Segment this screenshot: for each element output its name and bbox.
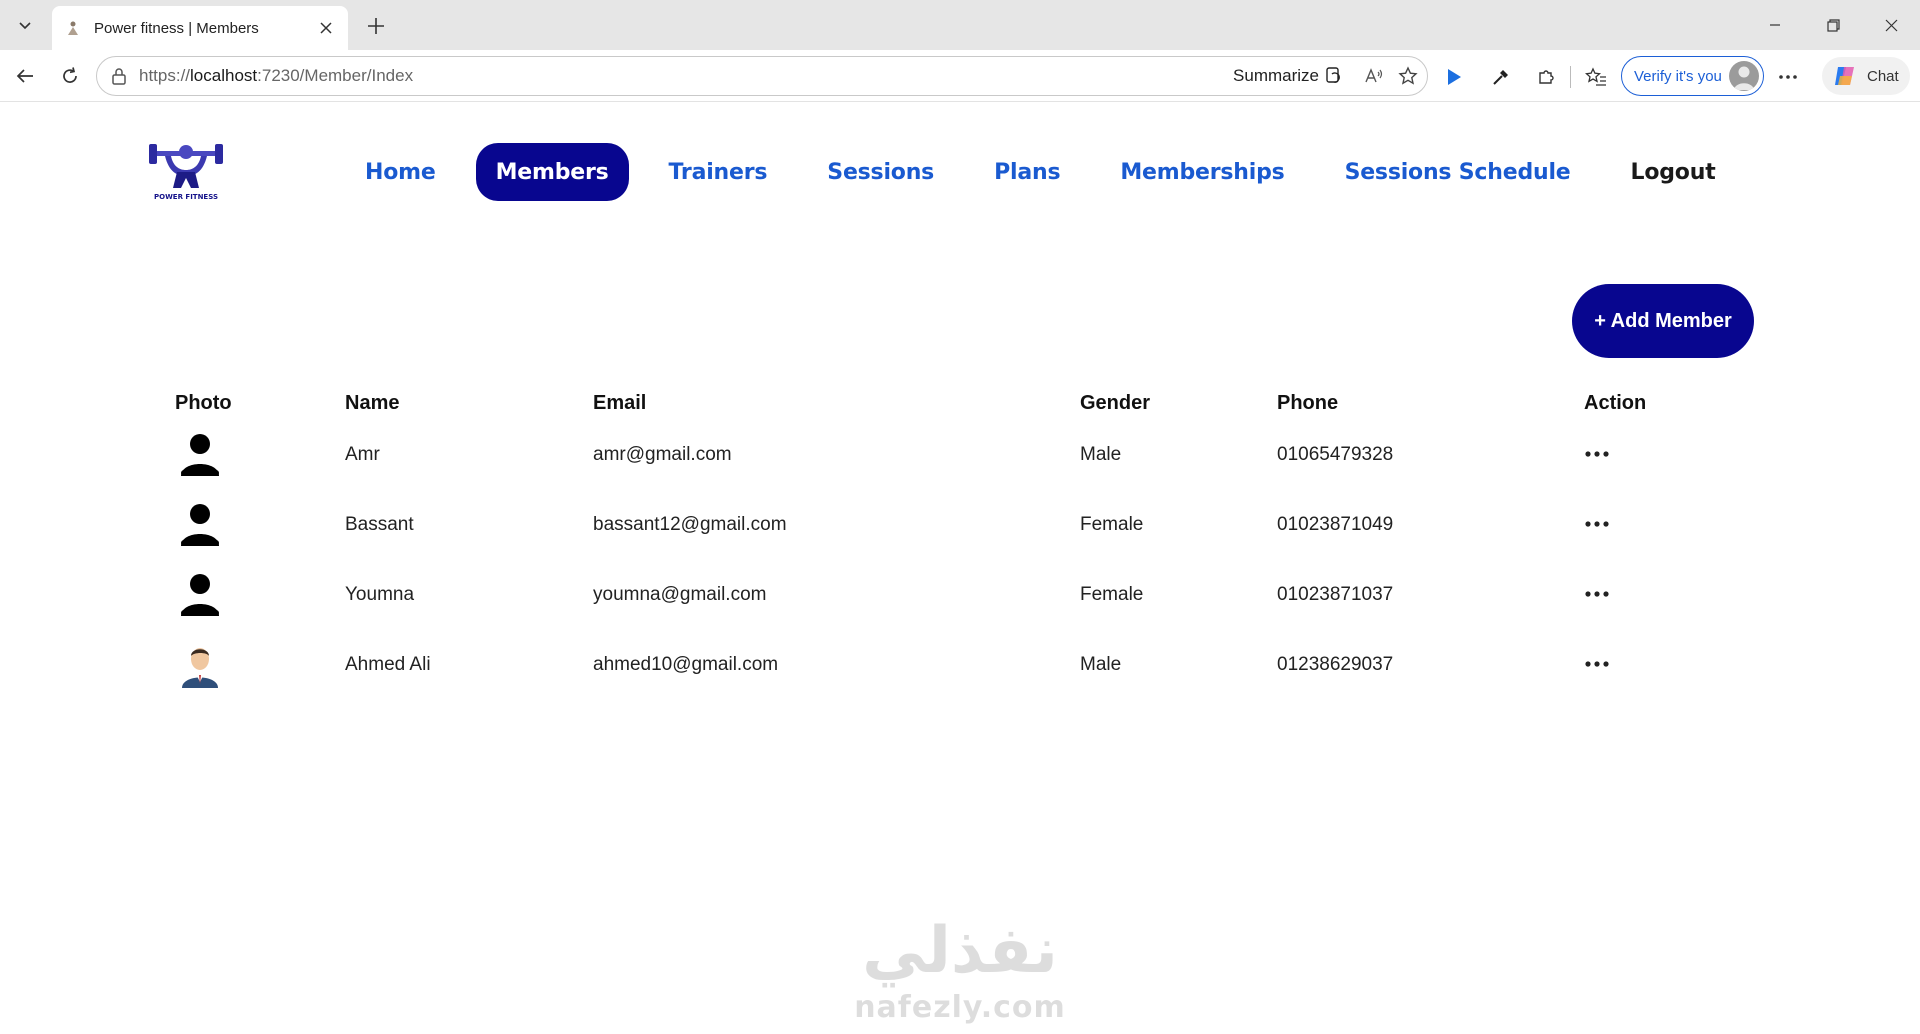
lock-icon[interactable]: [109, 66, 129, 86]
nav-memberships[interactable]: Memberships: [1100, 143, 1304, 201]
arrow-left-icon: [16, 69, 33, 83]
member-gender: Male: [1080, 444, 1122, 465]
plus-icon: [368, 18, 384, 34]
power-fitness-logo[interactable]: POWER FITNESS: [147, 136, 225, 206]
verify-label: Verify it's you: [1634, 67, 1722, 85]
copilot-icon: [1835, 67, 1854, 85]
copilot-chat-button[interactable]: Chat: [1822, 57, 1910, 95]
summarize-button[interactable]: Summarize: [1233, 65, 1345, 87]
window-close-button[interactable]: [1868, 8, 1914, 42]
members-page: POWER FITNESS Home Members Trainers Sess…: [0, 102, 1920, 1030]
toolbar-separator: [1570, 66, 1571, 88]
member-phone: 01065479328: [1277, 444, 1394, 465]
copilot-summarize-icon: [1326, 67, 1340, 83]
nav-members[interactable]: Members: [475, 143, 629, 201]
summarize-label: Summarize: [1233, 66, 1319, 85]
member-name: Amr: [345, 444, 380, 465]
header-action: Action: [1584, 392, 1647, 414]
nav-plans[interactable]: Plans: [974, 143, 1080, 201]
url-prefix: https://: [139, 66, 191, 85]
close-icon: [1885, 19, 1897, 31]
table-row: Youmna youmna@gmail.com Female 010238710…: [0, 574, 1920, 654]
table-row: Amr amr@gmail.com Male 01065479328: [0, 434, 1920, 514]
tab-favicon-icon: [64, 19, 82, 37]
member-email: bassant12@gmail.com: [593, 514, 787, 535]
main-nav: Home Members Trainers Sessions Plans Mem…: [345, 143, 1736, 201]
play-extension-icon[interactable]: [1438, 61, 1470, 93]
extensions-puzzle-icon[interactable]: [1530, 61, 1562, 93]
member-gender: Female: [1080, 514, 1144, 535]
read-aloud-icon[interactable]: [1359, 61, 1389, 91]
more-horizontal-icon: [1779, 75, 1797, 79]
verify-identity-button[interactable]: Verify it's you: [1621, 56, 1764, 96]
url-text[interactable]: https://localhost:7230/Member/Index: [139, 66, 1233, 86]
more-horizontal-icon: [1585, 661, 1609, 667]
restore-icon: [1826, 18, 1840, 32]
browser-toolbar: https://localhost:7230/Member/Index Summ…: [0, 50, 1920, 102]
member-email: youmna@gmail.com: [593, 584, 767, 605]
nav-home[interactable]: Home: [345, 143, 456, 201]
nav-sessions-schedule[interactable]: Sessions Schedule: [1325, 143, 1591, 201]
default-avatar-icon: [181, 574, 219, 616]
member-gender: Female: [1080, 584, 1144, 605]
member-phone: 01023871037: [1277, 584, 1394, 605]
member-phone: 01023871049: [1277, 514, 1394, 535]
member-name: Youmna: [345, 584, 415, 605]
minimize-icon: [1770, 24, 1780, 26]
default-avatar-icon: [181, 504, 219, 546]
header-gender: Gender: [1080, 392, 1151, 414]
settings-more-button[interactable]: [1770, 61, 1806, 93]
header-phone: Phone: [1277, 392, 1339, 414]
new-tab-button[interactable]: [360, 10, 392, 42]
window-minimize-button[interactable]: [1752, 8, 1798, 42]
table-row: Bassant bassant12@gmail.com Female 01023…: [0, 504, 1920, 584]
nav-trainers[interactable]: Trainers: [649, 143, 788, 201]
tab-close-icon[interactable]: [316, 18, 336, 38]
nav-sessions[interactable]: Sessions: [807, 143, 954, 201]
add-member-button[interactable]: + Add Member: [1572, 284, 1754, 358]
header-photo: Photo: [175, 392, 232, 414]
header-name: Name: [345, 392, 400, 414]
favorite-star-icon[interactable]: [1393, 61, 1423, 91]
row-actions-button[interactable]: [1580, 439, 1614, 469]
chat-label: Chat: [1867, 67, 1899, 85]
tab-title: Power fitness | Members: [94, 19, 259, 37]
eyedropper-icon[interactable]: [1485, 61, 1517, 93]
reload-button[interactable]: [54, 60, 86, 92]
watermark-arabic: نفذلي: [862, 914, 1058, 988]
favorites-list-icon[interactable]: [1580, 61, 1612, 93]
chevron-down-icon: [19, 22, 31, 30]
row-actions-button[interactable]: [1580, 649, 1614, 679]
browser-tab-bar: Power fitness | Members: [0, 0, 1920, 50]
header-email: Email: [593, 392, 647, 414]
member-email: amr@gmail.com: [593, 444, 732, 465]
browser-tab-active[interactable]: Power fitness | Members: [52, 6, 348, 50]
member-name: Bassant: [345, 514, 414, 535]
more-horizontal-icon: [1585, 521, 1609, 527]
watermark-latin: nafezly.com: [854, 990, 1066, 1025]
nafezly-watermark: نفذلي nafezly.com: [850, 914, 1070, 1034]
back-button[interactable]: [9, 60, 41, 92]
tab-list-button[interactable]: [6, 8, 44, 42]
svg-text:POWER FITNESS: POWER FITNESS: [154, 193, 218, 201]
more-horizontal-icon: [1585, 451, 1609, 457]
more-horizontal-icon: [1585, 591, 1609, 597]
table-row: Ahmed Ali ahmed10@gmail.com Male 0123862…: [0, 648, 1920, 724]
row-actions-button[interactable]: [1580, 579, 1614, 609]
reload-icon: [63, 67, 77, 83]
window-restore-button[interactable]: [1810, 8, 1856, 42]
businessman-avatar-icon: [182, 648, 218, 688]
nav-logout[interactable]: Logout: [1611, 143, 1736, 201]
url-path: :7230/Member/Index: [257, 66, 414, 85]
member-email: ahmed10@gmail.com: [593, 654, 779, 675]
url-host: localhost: [190, 66, 258, 85]
member-gender: Male: [1080, 654, 1122, 675]
member-name: Ahmed Ali: [345, 654, 431, 675]
row-actions-button[interactable]: [1580, 509, 1614, 539]
profile-avatar-icon: [1729, 61, 1759, 91]
default-avatar-icon: [181, 434, 219, 476]
member-phone: 01238629037: [1277, 654, 1394, 675]
address-bar[interactable]: https://localhost:7230/Member/Index Summ…: [96, 56, 1428, 96]
